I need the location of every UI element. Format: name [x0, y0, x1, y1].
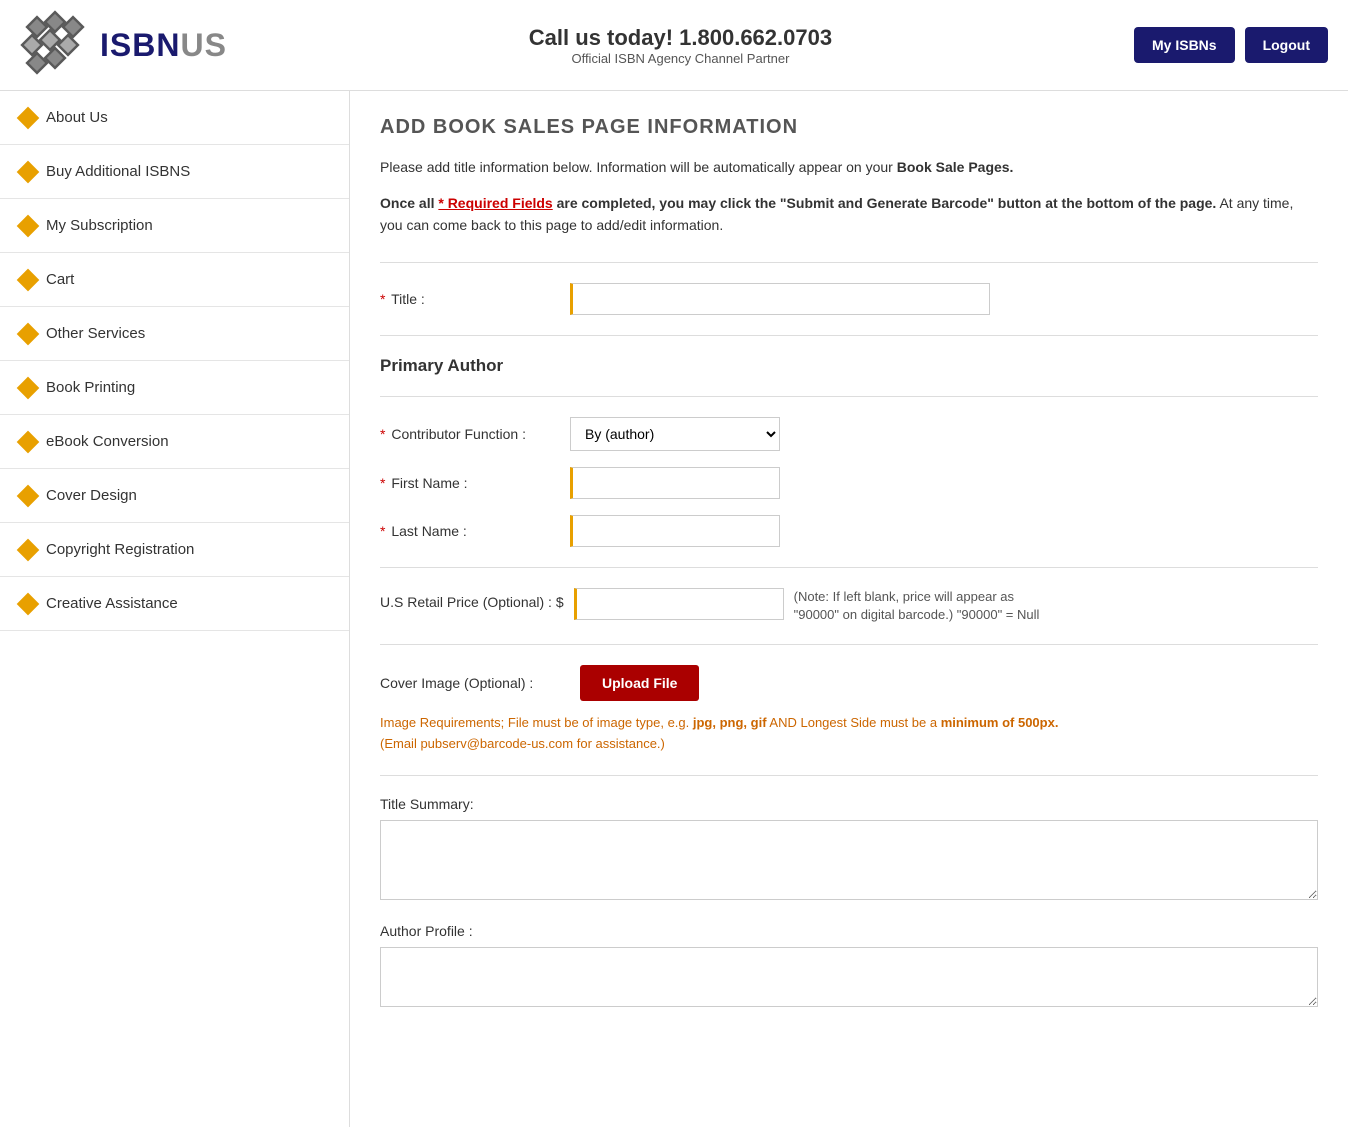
sidebar-item-about-us[interactable]: About Us	[0, 91, 349, 145]
required-star: *	[380, 426, 385, 442]
diamond-icon	[17, 160, 40, 183]
sidebar-item-my-subscription[interactable]: My Subscription	[0, 199, 349, 253]
diamond-icon	[17, 430, 40, 453]
image-formats: jpg, png, gif	[693, 715, 767, 730]
diamond-icon	[17, 322, 40, 345]
required-fields-link[interactable]: * Required Fields	[438, 195, 552, 211]
header-center: Call us today! 1.800.662.0703 Official I…	[227, 25, 1134, 66]
required-star: *	[380, 523, 385, 539]
divider-5	[380, 644, 1318, 645]
divider-4	[380, 567, 1318, 568]
required-text: Once all * Required Fields are completed…	[380, 192, 1318, 237]
header: ISBNUS Call us today! 1.800.662.0703 Off…	[0, 0, 1348, 91]
price-label: U.S Retail Price (Optional) : $	[380, 588, 564, 610]
first-name-row: * First Name :	[380, 467, 1318, 499]
divider-2	[380, 335, 1318, 336]
page-title: ADD BOOK SALES PAGE INFORMATION	[380, 116, 1318, 139]
sidebar-item-buy-additional-isbns[interactable]: Buy Additional ISBNS	[0, 145, 349, 199]
main-layout: About Us Buy Additional ISBNS My Subscri…	[0, 91, 1348, 1127]
required-star: *	[380, 291, 385, 307]
sidebar: About Us Buy Additional ISBNS My Subscri…	[0, 91, 350, 1127]
contributor-function-label: * Contributor Function :	[380, 426, 560, 442]
title-input[interactable]	[570, 283, 990, 315]
diamond-icon	[17, 484, 40, 507]
cover-image-row: Cover Image (Optional) : Upload File	[380, 665, 1318, 701]
logo-text: ISBNUS	[100, 27, 227, 64]
diamond-icon	[17, 106, 40, 129]
sidebar-item-cart[interactable]: Cart	[0, 253, 349, 307]
sidebar-item-copyright-registration[interactable]: Copyright Registration	[0, 523, 349, 577]
first-name-input[interactable]	[570, 467, 780, 499]
upload-file-button[interactable]: Upload File	[580, 665, 699, 701]
last-name-input[interactable]	[570, 515, 780, 547]
logo-area: ISBNUS	[20, 10, 227, 80]
divider-3	[380, 396, 1318, 397]
isbn-logo-icon	[20, 10, 90, 80]
price-row: U.S Retail Price (Optional) : $ (Note: I…	[380, 588, 1318, 624]
price-input[interactable]	[574, 588, 784, 620]
title-summary-textarea[interactable]	[380, 820, 1318, 900]
intro-text: Please add title information below. Info…	[380, 157, 1318, 178]
diamond-icon	[17, 592, 40, 615]
contributor-function-select[interactable]: By (author) Edited by Illustrated by Tra…	[570, 417, 780, 451]
title-label: * Title :	[380, 291, 560, 307]
author-profile-textarea[interactable]	[380, 947, 1318, 1007]
last-name-row: * Last Name :	[380, 515, 1318, 547]
my-isbns-button[interactable]: My ISBNs	[1134, 27, 1235, 63]
logout-button[interactable]: Logout	[1245, 27, 1328, 63]
sidebar-item-book-printing[interactable]: Book Printing	[0, 361, 349, 415]
first-name-label: * First Name :	[380, 475, 560, 491]
title-row: * Title :	[380, 283, 1318, 315]
sidebar-item-cover-design[interactable]: Cover Design	[0, 469, 349, 523]
diamond-icon	[17, 268, 40, 291]
main-content: ADD BOOK SALES PAGE INFORMATION Please a…	[350, 91, 1348, 1127]
diamond-icon	[17, 214, 40, 237]
diamond-icon	[17, 376, 40, 399]
image-min-size: minimum of 500px.	[941, 715, 1059, 730]
header-subtitle: Official ISBN Agency Channel Partner	[227, 51, 1134, 66]
image-requirements: Image Requirements; File must be of imag…	[380, 713, 1318, 755]
price-note: (Note: If left blank, price will appear …	[794, 588, 1044, 624]
cover-image-label: Cover Image (Optional) :	[380, 675, 560, 691]
required-star: *	[380, 475, 385, 491]
sidebar-item-creative-assistance[interactable]: Creative Assistance	[0, 577, 349, 631]
title-summary-label: Title Summary:	[380, 796, 1318, 812]
author-profile-label: Author Profile :	[380, 923, 1318, 939]
contributor-function-row: * Contributor Function : By (author) Edi…	[380, 417, 1318, 451]
header-phone: Call us today! 1.800.662.0703	[227, 25, 1134, 51]
diamond-icon	[17, 538, 40, 561]
support-email-link[interactable]: pubserv@barcode-us.com	[420, 736, 573, 751]
header-buttons: My ISBNs Logout	[1134, 27, 1328, 63]
last-name-label: * Last Name :	[380, 523, 560, 539]
sidebar-item-ebook-conversion[interactable]: eBook Conversion	[0, 415, 349, 469]
divider-1	[380, 262, 1318, 263]
primary-author-heading: Primary Author	[380, 356, 1318, 376]
divider-6	[380, 775, 1318, 776]
sidebar-item-other-services[interactable]: Other Services	[0, 307, 349, 361]
